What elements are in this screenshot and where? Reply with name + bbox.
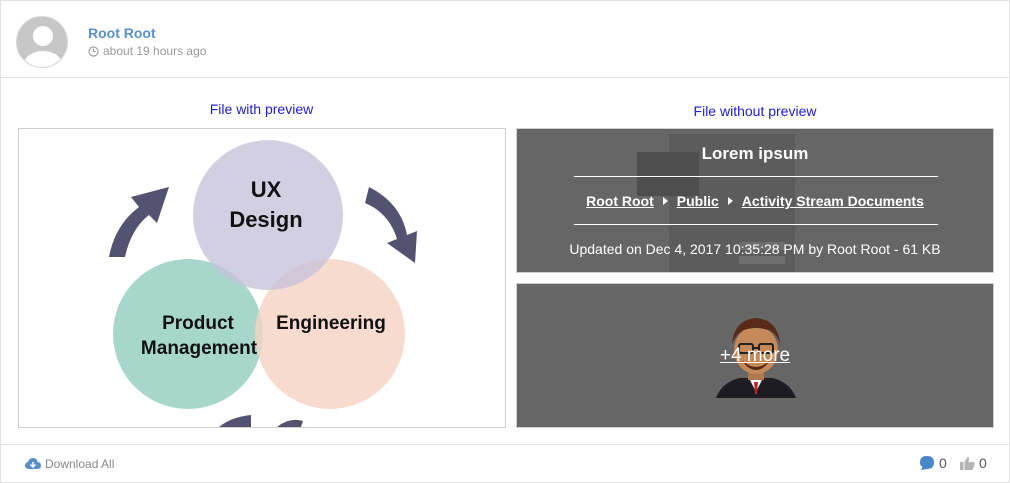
product-label: Product (162, 313, 234, 334)
download-all-button[interactable]: Download All (25, 457, 114, 471)
thumbs-up-icon (960, 456, 975, 470)
post-time: about 19 hours ago (88, 44, 206, 58)
breadcrumb-root-root[interactable]: Root Root (586, 193, 654, 209)
file-with-preview-title: File with preview (209, 101, 314, 117)
venn-diagram-image: UX Design Product Management Engineering (109, 140, 417, 427)
like-button[interactable]: 0 (960, 455, 987, 471)
likes-count: 0 (979, 455, 987, 471)
clock-icon (88, 45, 99, 57)
document-meta: Updated on Dec 4, 2017 10:35:28 PM by Ro… (569, 241, 941, 257)
more-files-tile[interactable]: +4 more (516, 283, 994, 428)
more-files-link[interactable]: +4 more (517, 345, 993, 367)
post-timestamp: about 19 hours ago (103, 44, 207, 58)
ux-label: UX (251, 177, 282, 202)
caret-right-icon (662, 197, 668, 205)
breadcrumb-activity-stream-documents[interactable]: Activity Stream Documents (742, 193, 924, 209)
activity-post: Root Root about 19 hours ago File with p… (0, 0, 1010, 483)
engineering-label: Engineering (276, 313, 386, 334)
comments-button[interactable]: 0 (919, 455, 947, 471)
breadcrumb: Root Root Public Activity Stream Documen… (517, 193, 993, 209)
default-user-icon (17, 17, 67, 67)
cloud-download-icon (25, 458, 41, 469)
design-label: Design (229, 207, 302, 232)
comment-icon (920, 456, 934, 470)
document-tile[interactable]: Lorem ipsum Root Root Public Activity St… (516, 128, 994, 273)
management-label: Management (141, 338, 258, 359)
breadcrumb-public[interactable]: Public (677, 193, 719, 209)
divider (574, 224, 938, 225)
caret-right-icon (727, 197, 733, 205)
file-without-preview-title: File without preview (693, 103, 817, 119)
post-footer: Download All 0 0 (1, 444, 1009, 483)
image-preview-tile[interactable]: UX Design Product Management Engineering (18, 128, 506, 428)
user-avatar[interactable] (16, 16, 68, 68)
comments-count: 0 (939, 455, 947, 471)
divider (574, 176, 938, 177)
post-header: Root Root about 19 hours ago (1, 1, 1009, 78)
download-all-label: Download All (45, 457, 115, 471)
author-link[interactable]: Root Root (88, 25, 156, 41)
document-name: Lorem ipsum (701, 144, 809, 163)
